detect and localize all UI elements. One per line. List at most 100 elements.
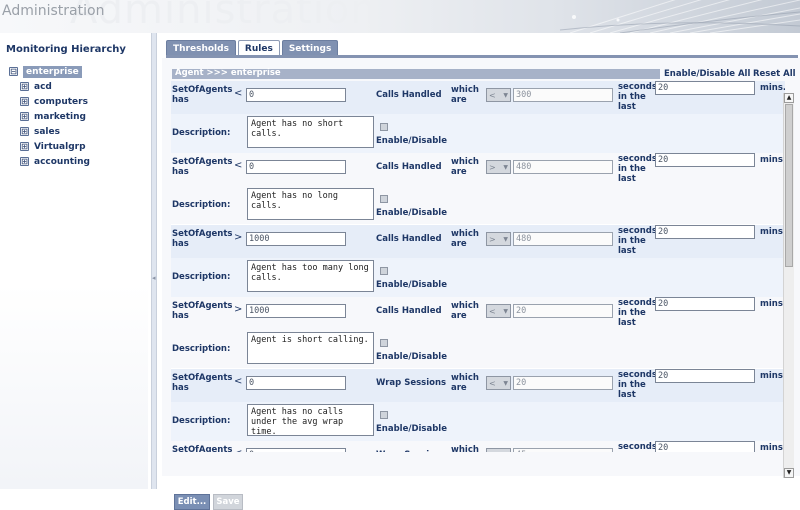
metric-label: Wrap Sessions — [376, 450, 446, 452]
agents-count-input[interactable]: 1000 — [246, 304, 346, 318]
seconds-input[interactable]: 45 — [513, 448, 613, 452]
enable-disable-label: Enable/Disable — [376, 208, 447, 218]
agents-count-input[interactable]: 0 — [246, 160, 346, 174]
tab-rules[interactable]: Rules — [237, 40, 280, 56]
seconds-input[interactable]: 20 — [513, 376, 613, 390]
comparison-value: > — [489, 234, 496, 244]
reset-all-link[interactable]: Reset All — [753, 69, 796, 79]
comparison-select[interactable]: >▼ — [486, 232, 511, 246]
agents-operator: < — [234, 376, 243, 387]
comparison-select[interactable]: < ▼ — [486, 376, 511, 390]
comparison-select[interactable]: >▼ — [486, 160, 511, 174]
collapse-icon[interactable]: ⊟ — [9, 67, 18, 76]
comparison-select[interactable]: < ▼ — [486, 88, 511, 102]
agents-count-input[interactable]: 0 — [246, 448, 346, 452]
seconds-input[interactable]: 480 — [513, 160, 613, 174]
minutes-input[interactable]: 20 — [655, 369, 755, 383]
tree-node-accounting[interactable]: ⊞ accounting — [20, 155, 90, 168]
seconds-in-last-label: seconds in the last — [618, 298, 657, 328]
description-textarea[interactable]: Agent is short calling. — [247, 332, 374, 364]
description-textarea[interactable]: Agent has no short calls. — [247, 116, 374, 148]
comparison-value: > — [489, 162, 496, 172]
comparison-value: > — [489, 451, 496, 453]
description-label: Description: — [172, 128, 231, 138]
agents-count-input[interactable]: 0 — [246, 88, 346, 102]
tree-node-marketing[interactable]: ⊞ marketing — [20, 110, 86, 123]
tree-node-label[interactable]: enterprise — [23, 65, 82, 78]
scroll-down-arrow-icon[interactable]: ▼ — [784, 468, 794, 478]
tree-node-label[interactable]: computers — [34, 97, 88, 107]
rules-content: Agent >>> enterprise Enable/Disable All … — [162, 58, 800, 510]
edit-button[interactable]: Edit... — [174, 494, 210, 510]
description-textarea[interactable]: Agent has no long calls. — [247, 188, 374, 220]
mins-label: mins. — [760, 371, 785, 381]
monitoring-hierarchy-panel: Monitoring Hierarchy ⊟ enterprise ⊞ acd … — [0, 33, 148, 489]
seconds-in-last-label: seconds in the last — [618, 442, 657, 452]
scrollbar-thumb[interactable] — [785, 104, 793, 267]
seconds-input[interactable]: 20 — [513, 304, 613, 318]
dropdown-arrow-icon: ▼ — [503, 379, 508, 387]
panel-splitter[interactable] — [151, 33, 157, 489]
enable-checkbox[interactable] — [380, 123, 388, 131]
rule-row: SetOfAgents has<0 Wrap Sessions which are >… — [171, 441, 785, 452]
set-of-agents-label: SetOfAgents has — [172, 373, 233, 393]
tree-node-sales[interactable]: ⊞ sales — [20, 125, 60, 138]
tree-node-virtualgrp[interactable]: ⊞ Virtualgrp — [20, 140, 86, 153]
seconds-in-last-label: seconds in the last — [618, 370, 657, 400]
tree-node-acd[interactable]: ⊞ acd — [20, 80, 52, 93]
expand-icon[interactable]: ⊞ — [20, 127, 29, 136]
description-label: Description: — [172, 344, 231, 354]
minutes-input[interactable]: 20 — [655, 225, 755, 239]
expand-icon[interactable]: ⊞ — [20, 142, 29, 151]
expand-icon[interactable]: ⊞ — [20, 157, 29, 166]
tree-node-label[interactable]: Virtualgrp — [34, 142, 86, 152]
tree-node-label[interactable]: acd — [34, 82, 52, 92]
tree-title: Monitoring Hierarchy — [6, 44, 126, 55]
tree-node-enterprise[interactable]: ⊟ enterprise — [9, 65, 82, 78]
enable-checkbox[interactable] — [380, 339, 388, 347]
minutes-input[interactable]: 20 — [655, 153, 755, 167]
scroll-up-arrow-icon[interactable]: ▲ — [784, 93, 794, 103]
metric-label: Calls Handled — [376, 306, 442, 316]
which-are-label: which are — [451, 157, 479, 177]
expand-icon[interactable]: ⊞ — [20, 82, 29, 91]
agents-count-input[interactable]: 1000 — [246, 232, 346, 246]
expand-icon[interactable]: ⊞ — [20, 112, 29, 121]
agents-operator: > — [234, 304, 243, 315]
enable-disable-all-link[interactable]: Enable/Disable All — [664, 69, 750, 79]
banner-watermark: Administration — [70, 0, 377, 33]
minutes-input[interactable]: 20 — [655, 81, 755, 95]
dropdown-arrow-icon: ▼ — [503, 91, 508, 99]
comparison-value: < — [489, 306, 496, 316]
set-of-agents-label: SetOfAgents has — [172, 157, 233, 177]
tab-settings[interactable]: Settings — [281, 40, 339, 56]
seconds-in-last-label: seconds in the last — [618, 154, 657, 184]
description-textarea[interactable]: Agent has no calls under the avg wrap ti… — [247, 404, 374, 436]
tree-node-label[interactable]: marketing — [34, 112, 86, 122]
vertical-scrollbar[interactable]: ▲ ▼ — [783, 93, 794, 478]
metric-label: Wrap Sessions — [376, 378, 447, 388]
banner-graphic — [559, 0, 800, 33]
expand-icon[interactable]: ⊞ — [20, 97, 29, 106]
seconds-input[interactable]: 480 — [513, 232, 613, 246]
tab-thresholds[interactable]: Thresholds — [166, 40, 236, 56]
enable-checkbox[interactable] — [380, 411, 388, 419]
seconds-input[interactable]: 300 — [513, 88, 613, 102]
rules-pane: Thresholds Rules Settings Agent >>> ente… — [158, 33, 800, 510]
tree-node-label[interactable]: accounting — [34, 157, 90, 167]
tree-node-computers[interactable]: ⊞ computers — [20, 95, 88, 108]
which-are-label: which are — [451, 85, 479, 105]
minutes-input[interactable]: 20 — [655, 441, 755, 452]
comparison-select[interactable]: < ▼ — [486, 304, 511, 318]
comparison-select[interactable]: >▼ — [486, 448, 511, 452]
agents-count-input[interactable]: 0 — [246, 376, 346, 390]
rule-row: SetOfAgents has >1000 Calls Handled which a… — [171, 225, 785, 297]
tree-node-label[interactable]: sales — [34, 127, 60, 137]
enable-checkbox[interactable] — [380, 195, 388, 203]
enable-disable-label: Enable/Disable — [376, 136, 447, 146]
save-button[interactable]: Save — [213, 494, 243, 510]
splitter-arrow-icon[interactable]: ◂ — [152, 275, 156, 282]
enable-checkbox[interactable] — [380, 267, 388, 275]
description-textarea[interactable]: Agent has too many long calls. — [247, 260, 374, 292]
minutes-input[interactable]: 20 — [655, 297, 755, 311]
